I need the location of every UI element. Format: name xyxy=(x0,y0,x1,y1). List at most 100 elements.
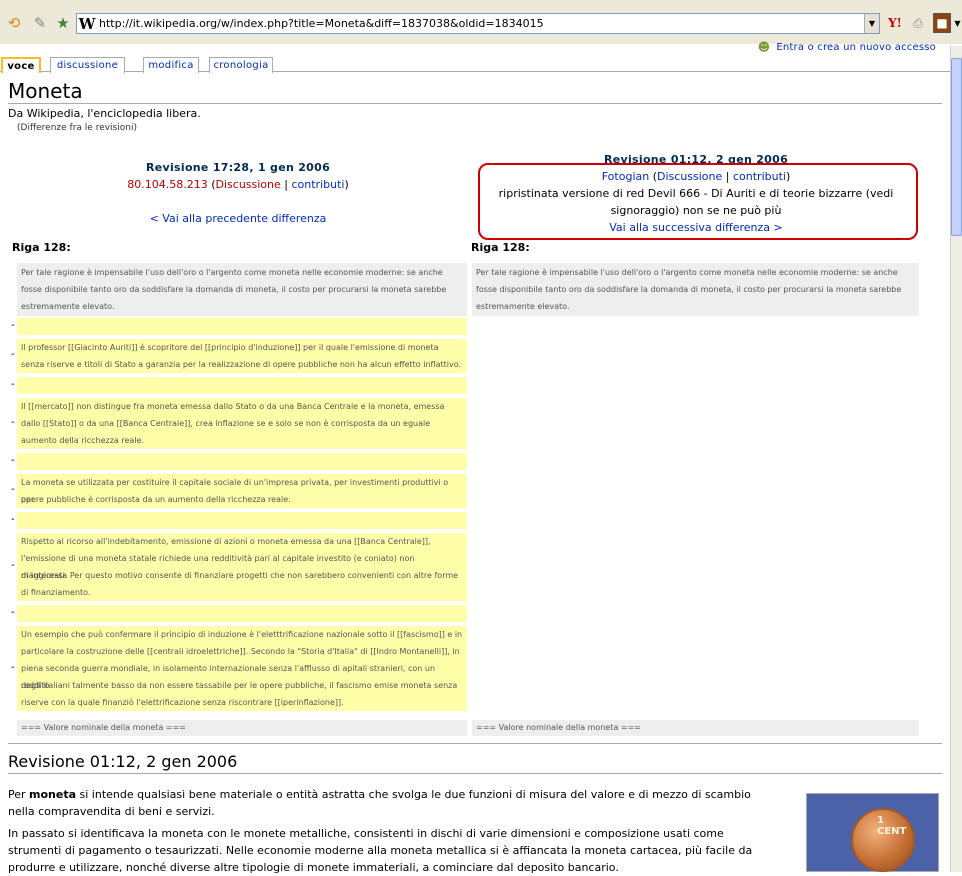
deletion-marker: - xyxy=(11,484,15,495)
deleted-line: di finanziamento. xyxy=(21,588,91,597)
separator: | xyxy=(280,178,292,191)
address-bar[interactable]: W http://it.wikipedia.org/w/index.php?ti… xyxy=(76,13,880,34)
diff-divider xyxy=(8,743,942,744)
right-trailing-context: === Valore nominale della moneta === xyxy=(472,720,919,736)
deleted-line: Rispetto al ricorso all'indebitamento, e… xyxy=(21,537,431,546)
browser-toolbar: ⟲ ✎ ★ W http://it.wikipedia.org/w/index.… xyxy=(0,0,962,44)
coin-image[interactable]: 1 CENT xyxy=(806,793,939,872)
deleted-line: aumento della ricchezza reale. xyxy=(21,436,144,445)
deletion-marker: - xyxy=(11,416,15,428)
diff-note: (Differenze fra le revisioni) xyxy=(17,123,137,133)
site-favicon-icon: W xyxy=(78,14,96,33)
left-revision-user-link[interactable]: 80.104.58.213 xyxy=(127,178,207,191)
deleted-line: Il professor [[Giacinto Auriti]] è scopr… xyxy=(21,343,439,352)
coin-icon: 1 CENT xyxy=(851,808,915,872)
deletion-marker: - xyxy=(11,560,15,571)
extension-dropdown-icon[interactable]: ▼ xyxy=(953,13,962,33)
text: strumenti di pagamento o tesaurizzati. N… xyxy=(8,844,753,857)
previous-diff-link[interactable]: < Vai alla precedente differenza xyxy=(150,212,327,225)
scrollbar-thumb[interactable] xyxy=(951,58,962,236)
right-line-number: Riga 128: xyxy=(471,241,530,254)
term-moneta: moneta xyxy=(29,788,77,801)
context-line: Per tale ragione è impensabile l'uso del… xyxy=(21,268,443,277)
left-revision-contrib-link[interactable]: contributi xyxy=(291,178,344,191)
bookmark-add-icon[interactable]: ★ xyxy=(53,13,73,33)
deleted-block xyxy=(17,318,467,335)
deletion-marker: - xyxy=(11,378,15,390)
deletion-marker: - xyxy=(11,349,15,360)
tab-voce[interactable]: voce xyxy=(1,57,41,73)
deleted-line: Il [[mercato]] non distingue fra moneta … xyxy=(21,402,445,411)
address-dropdown-button[interactable]: ▼ xyxy=(864,14,879,33)
context-line: fosse disponibile tanto oro da soddisfar… xyxy=(21,285,447,294)
extension-icon[interactable]: ■ xyxy=(933,13,951,33)
text: si intende qualsiasi bene materiale o en… xyxy=(76,788,751,801)
page-tabs: voce discussione modifica cronologia xyxy=(0,56,950,73)
context-line: estremamente elevato. xyxy=(476,302,570,311)
article-paragraph-2: In passato si identificava la moneta con… xyxy=(8,825,788,876)
left-line-number: Riga 128: xyxy=(12,241,71,254)
login-link[interactable]: ☻ Entra o crea un nuovo accesso xyxy=(758,40,936,54)
deleted-block xyxy=(17,377,467,394)
context-line: fosse disponibile tanto oro da soddisfar… xyxy=(476,285,902,294)
highlight-annotation-box xyxy=(478,163,918,240)
text: nella compravendita di beni e servizi. xyxy=(8,805,215,818)
tab-discussione[interactable]: discussione xyxy=(50,57,125,73)
deleted-line: l'emissione di una moneta statale richie… xyxy=(21,554,415,580)
left-revision-header: Revisione 17:28, 1 gen 2006 80.104.58.21… xyxy=(18,159,458,227)
text: In passato si identificava la moneta con… xyxy=(8,827,724,840)
text: Per xyxy=(8,788,30,801)
deleted-block: La moneta se utilizzata per costituire i… xyxy=(17,474,467,508)
deleted-line xyxy=(21,605,463,622)
sync-icon[interactable]: ⟲ xyxy=(4,13,24,33)
tab-cronologia[interactable]: cronologia xyxy=(209,57,273,73)
deleted-line: senza riserve e titoli di Stato a garanz… xyxy=(21,360,461,369)
paren: ) xyxy=(344,178,349,191)
deleted-block: Il [[mercato]] non distingue fra moneta … xyxy=(17,398,467,449)
page-title: Moneta xyxy=(8,80,942,104)
deletion-marker: - xyxy=(11,319,15,331)
right-context-block: Per tale ragione è impensabile l'uso del… xyxy=(472,263,919,316)
deletion-marker: - xyxy=(11,454,15,466)
deleted-line: piena seconda guerra mondiale, in isolam… xyxy=(21,664,436,690)
coin-label: 1 CENT xyxy=(877,815,907,837)
login-label: Entra o crea un nuovo accesso xyxy=(776,41,936,53)
tagline: Da Wikipedia, l'enciclopedia libera. xyxy=(8,107,201,120)
deleted-block: Un esempio che può confermare il princip… xyxy=(17,626,467,711)
user-icon: ☻ xyxy=(757,40,771,54)
deletion-marker: - xyxy=(11,661,15,673)
deleted-line xyxy=(21,318,463,335)
deleted-line: di interessi. Per questo motivo consente… xyxy=(21,571,459,580)
deleted-line: degli italiani talmente basso da non ess… xyxy=(21,681,458,690)
deleted-block: Rispetto al ricorso all'indebitamento, e… xyxy=(17,533,467,601)
deleted-line xyxy=(21,512,463,529)
vertical-scrollbar[interactable] xyxy=(950,46,962,872)
deleted-line: particolare la costruzione delle [[centr… xyxy=(21,647,460,656)
deleted-block xyxy=(17,605,467,622)
address-text[interactable]: http://it.wikipedia.org/w/index.php?titl… xyxy=(97,17,544,30)
pencil-icon[interactable]: ✎ xyxy=(30,13,50,33)
left-revision-title[interactable]: Revisione 17:28, 1 gen 2006 xyxy=(18,159,458,176)
deleted-line: La moneta se utilizzata per costituire i… xyxy=(21,478,449,504)
deleted-block xyxy=(17,512,467,529)
text: produrre e utilizzare, nonché diverse al… xyxy=(8,861,619,874)
paren: ( xyxy=(207,178,216,191)
deleted-block: Il professor [[Giacinto Auriti]] è scopr… xyxy=(17,339,467,373)
deletion-marker: - xyxy=(11,513,15,525)
context-line: estremamente elevato. xyxy=(21,302,115,311)
print-icon[interactable]: ⎙ xyxy=(908,13,928,33)
article-paragraph-1: Per moneta si intende qualsiasi bene mat… xyxy=(8,786,788,820)
deleted-line: Un esempio che può confermare il princip… xyxy=(21,630,463,639)
tab-modifica[interactable]: modifica xyxy=(143,57,199,73)
deleted-line: riserve con la quale finanziò l'elettrif… xyxy=(21,698,344,707)
left-context-block: Per tale ragione è impensabile l'uso del… xyxy=(17,263,467,316)
deletion-marker: - xyxy=(11,606,15,618)
deleted-line xyxy=(21,453,463,470)
deleted-block xyxy=(17,453,467,470)
yahoo-toolbar-icon[interactable]: Y! xyxy=(886,13,904,33)
deleted-line: dallo [[Stato]] o da una [[Banca Central… xyxy=(21,419,431,428)
left-revision-discussion-link[interactable]: Discussione xyxy=(216,178,281,191)
deleted-line xyxy=(21,377,463,394)
revision-section-title: Revisione 01:12, 2 gen 2006 xyxy=(8,752,942,774)
deleted-line: opere pubbliche è corrisposta da un aume… xyxy=(21,495,291,504)
